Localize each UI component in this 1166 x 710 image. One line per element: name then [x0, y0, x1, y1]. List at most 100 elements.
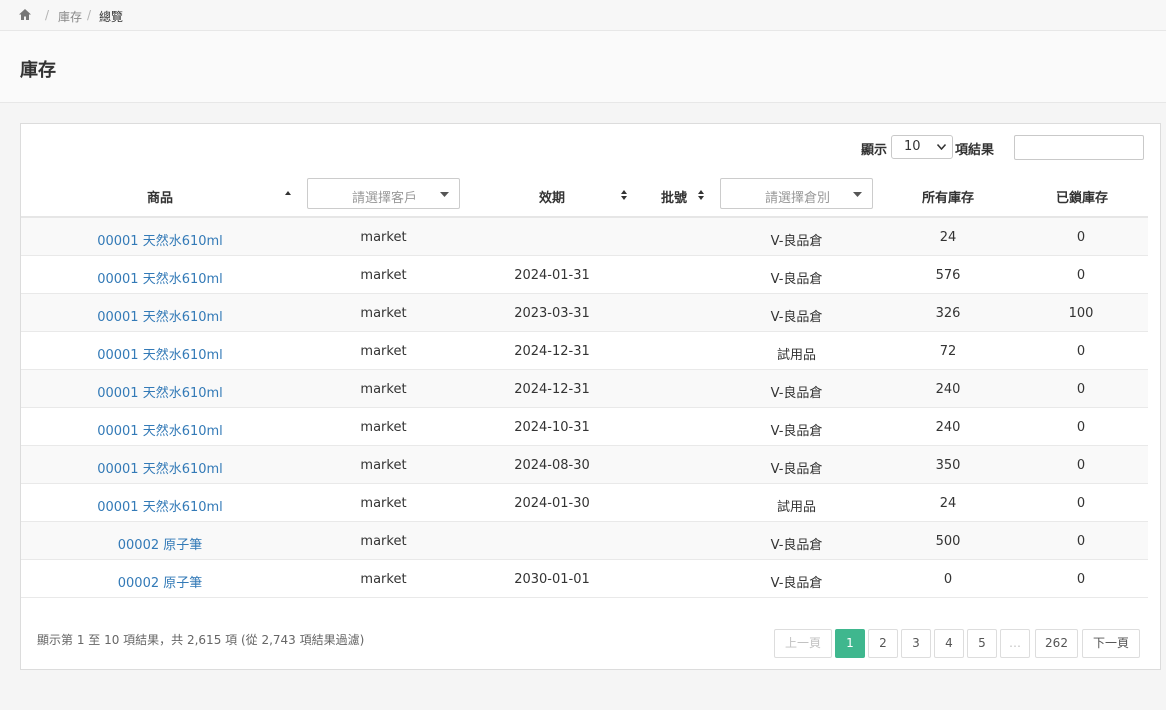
expiry-cell: 2024-12-31 — [514, 382, 590, 397]
sort-both-icon[interactable] — [620, 189, 628, 201]
table-row: 00001 天然水610ml market 2024-01-31 V-良品倉 5… — [21, 256, 1148, 294]
column-header-total-stock[interactable]: 所有庫存 — [922, 187, 974, 206]
column-header-batch[interactable]: 批號 — [661, 187, 687, 206]
table-row: 00001 天然水610ml market 2024-10-31 V-良品倉 2… — [21, 408, 1148, 446]
product-link[interactable]: 00001 天然水610ml — [97, 462, 223, 477]
breadcrumb-separator: / — [87, 8, 92, 22]
warehouse-cell: V-良品倉 — [770, 272, 823, 287]
total-stock-cell: 240 — [935, 420, 961, 435]
table-row: 00001 天然水610ml market V-良品倉 24 0 — [21, 218, 1148, 256]
expiry-cell: 2024-10-31 — [514, 420, 590, 435]
product-cell: 00001 天然水610ml — [21, 230, 299, 249]
product-cell: 00002 原子筆 — [21, 572, 299, 591]
warehouse-filter-placeholder: 請選擇倉別 — [765, 191, 831, 206]
total-stock-cell: 240 — [935, 382, 961, 397]
search-input[interactable] — [1014, 135, 1144, 160]
total-stock-cell: 0 — [943, 572, 953, 587]
product-cell: 00001 天然水610ml — [21, 382, 299, 401]
locked-stock-cell: 0 — [1076, 572, 1086, 587]
table-row: 00001 天然水610ml market 2024-12-31 試用品 72 … — [21, 332, 1148, 370]
table-row: 00001 天然水610ml market 2023-03-31 V-良品倉 3… — [21, 294, 1148, 332]
table-body: 00001 天然水610ml market V-良品倉 24 0 00001 天… — [21, 218, 1148, 598]
page-ellipsis: … — [1000, 629, 1030, 658]
chevron-down-icon — [440, 192, 449, 197]
page-length-value: 10 — [904, 139, 921, 154]
total-stock-cell: 72 — [939, 344, 957, 359]
product-cell: 00002 原子筆 — [21, 534, 299, 553]
product-link[interactable]: 00002 原子筆 — [118, 576, 203, 591]
locked-stock-cell: 0 — [1076, 458, 1086, 473]
table-row: 00002 原子筆 market V-良品倉 500 0 — [21, 522, 1148, 560]
customer-cell: market — [360, 458, 407, 473]
product-link[interactable]: 00001 天然水610ml — [97, 310, 223, 325]
customer-cell: market — [360, 306, 407, 321]
warehouse-cell: V-良品倉 — [770, 538, 823, 553]
product-link[interactable]: 00001 天然水610ml — [97, 348, 223, 363]
product-link[interactable]: 00001 天然水610ml — [97, 500, 223, 515]
expiry-cell: 2023-03-31 — [514, 306, 590, 321]
customer-cell: market — [360, 268, 407, 283]
sort-both-icon[interactable] — [697, 189, 705, 201]
sort-ascending-icon[interactable] — [284, 188, 292, 200]
breadcrumb-separator: / — [45, 8, 50, 22]
locked-stock-cell: 0 — [1076, 420, 1086, 435]
product-cell: 00001 天然水610ml — [21, 344, 299, 363]
warehouse-cell: 試用品 — [776, 348, 816, 363]
warehouse-cell: V-良品倉 — [770, 234, 823, 249]
page-button-262[interactable]: 262 — [1035, 629, 1078, 658]
column-header-locked-stock[interactable]: 已鎖庫存 — [1056, 187, 1108, 206]
page-length-select[interactable]: 10 — [891, 135, 953, 159]
total-stock-cell: 500 — [935, 534, 961, 549]
customer-cell: market — [360, 534, 407, 549]
customer-cell: market — [360, 382, 407, 397]
page-button-3[interactable]: 3 — [901, 629, 931, 658]
expiry-cell: 2024-12-31 — [514, 344, 590, 359]
customer-cell: market — [360, 496, 407, 511]
home-icon[interactable] — [18, 8, 32, 21]
warehouse-cell: V-良品倉 — [770, 386, 823, 401]
warehouse-cell: V-良品倉 — [770, 424, 823, 439]
chevron-down-icon — [937, 144, 946, 150]
expiry-cell: 2024-01-31 — [514, 268, 590, 283]
product-cell: 00001 天然水610ml — [21, 458, 299, 477]
previous-page-button[interactable]: 上一頁 — [774, 629, 832, 658]
customer-filter-select[interactable]: 請選擇客戶 — [307, 178, 460, 209]
column-header-expiry[interactable]: 效期 — [539, 187, 565, 206]
table-row: 00001 天然水610ml market 2024-08-30 V-良品倉 3… — [21, 446, 1148, 484]
expiry-cell: 2024-01-30 — [514, 496, 590, 511]
chevron-down-icon — [853, 192, 862, 197]
table-row: 00001 天然水610ml market 2024-12-31 V-良品倉 2… — [21, 370, 1148, 408]
warehouse-cell: V-良品倉 — [770, 310, 823, 325]
table-info: 顯示第 1 至 10 項結果，共 2,615 項 (從 2,743 項結果過濾) — [37, 633, 365, 647]
breadcrumb-item-inventory[interactable]: 庫存 — [58, 8, 82, 25]
column-header-product[interactable]: 商品 — [147, 187, 173, 206]
next-page-button[interactable]: 下一頁 — [1082, 629, 1140, 658]
page-header: 庫存 — [0, 31, 1166, 103]
warehouse-filter-select[interactable]: 請選擇倉別 — [720, 178, 873, 209]
page-title: 庫存 — [20, 60, 56, 81]
product-link[interactable]: 00001 天然水610ml — [97, 424, 223, 439]
total-stock-cell: 24 — [939, 496, 957, 511]
product-cell: 00001 天然水610ml — [21, 268, 299, 287]
product-link[interactable]: 00001 天然水610ml — [97, 272, 223, 287]
page-button-4[interactable]: 4 — [934, 629, 964, 658]
results-label: 項結果 — [955, 143, 995, 158]
page-button-5[interactable]: 5 — [967, 629, 997, 658]
warehouse-cell: V-良品倉 — [770, 576, 823, 591]
product-cell: 00001 天然水610ml — [21, 496, 299, 515]
customer-cell: market — [360, 344, 407, 359]
table-row: 00001 天然水610ml market 2024-01-30 試用品 24 … — [21, 484, 1148, 522]
show-label: 顯示 — [861, 143, 888, 158]
product-cell: 00001 天然水610ml — [21, 420, 299, 439]
product-link[interactable]: 00001 天然水610ml — [97, 386, 223, 401]
page-button-1[interactable]: 1 — [835, 629, 865, 658]
inventory-panel: 顯示 10 項結果 商品 請選擇客戶 效期 批號 請選擇倉別 所有庫存 已鎖庫存… — [20, 123, 1161, 670]
page-button-2[interactable]: 2 — [868, 629, 898, 658]
warehouse-cell: V-良品倉 — [770, 462, 823, 477]
product-cell: 00001 天然水610ml — [21, 306, 299, 325]
product-link[interactable]: 00002 原子筆 — [118, 538, 203, 553]
product-link[interactable]: 00001 天然水610ml — [97, 234, 223, 249]
expiry-cell: 2030-01-01 — [514, 572, 590, 587]
locked-stock-cell: 0 — [1076, 382, 1086, 397]
table-row: 00002 原子筆 market 2030-01-01 V-良品倉 0 0 — [21, 560, 1148, 598]
